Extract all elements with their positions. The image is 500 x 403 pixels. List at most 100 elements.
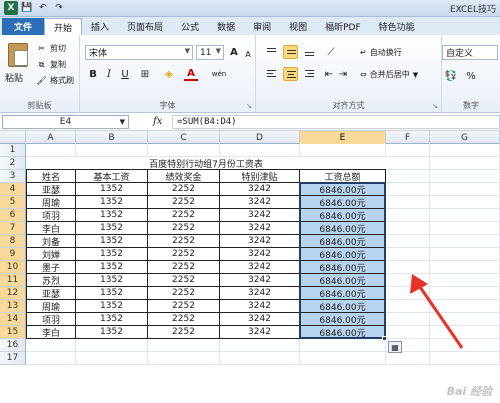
row-header-3[interactable]: 3 (0, 170, 26, 183)
column-header-C[interactable]: C (148, 131, 220, 144)
row-header-14[interactable]: 14 (0, 313, 26, 326)
tab-4[interactable]: 公式 (172, 18, 208, 35)
cell-G3[interactable] (430, 170, 500, 183)
table-cell[interactable]: 3242 (220, 287, 300, 300)
tab-0[interactable]: 文件 (2, 18, 45, 35)
table-cell[interactable]: 3242 (220, 326, 300, 339)
total-cell[interactable]: 6846.00元 (300, 248, 386, 261)
decrease-indent-icon[interactable]: ⇤ (322, 67, 336, 81)
cell-F8[interactable] (386, 235, 430, 248)
table-cell[interactable]: 3242 (220, 313, 300, 326)
row-header-1[interactable]: 1 (0, 144, 26, 157)
cell-B16[interactable] (76, 339, 148, 352)
table-cell[interactable]: 2252 (148, 209, 220, 222)
orientation-icon[interactable]: ⟋ (324, 45, 338, 59)
font-name-select[interactable]: 宋体 ▼ (85, 45, 193, 60)
table-cell[interactable]: 亚瑟 (26, 287, 76, 300)
column-header-G[interactable]: G (430, 131, 500, 144)
table-cell[interactable]: 1352 (76, 248, 148, 261)
tab-2[interactable]: 插入 (82, 18, 118, 35)
table-cell[interactable]: 2252 (148, 235, 220, 248)
underline-button[interactable]: U (118, 67, 132, 81)
cell-A16[interactable] (26, 339, 76, 352)
table-cell[interactable]: 项羽 (26, 209, 76, 222)
table-cell[interactable]: 2252 (148, 261, 220, 274)
total-cell[interactable]: 6846.00元 (300, 209, 386, 222)
paste-button[interactable]: 粘贴 (5, 71, 23, 84)
border-icon[interactable]: ⊞ (138, 67, 152, 81)
cell-F3[interactable] (386, 170, 430, 183)
table-cell[interactable]: 亚瑟 (26, 183, 76, 196)
column-header-F[interactable]: F (386, 131, 430, 144)
align-right-icon[interactable] (302, 67, 317, 81)
increase-indent-icon[interactable]: ⇥ (336, 67, 350, 81)
name-box[interactable]: E4 ▼ (2, 115, 129, 129)
cell-F2[interactable] (386, 157, 430, 170)
cell-F6[interactable] (386, 209, 430, 222)
table-cell[interactable]: 1352 (76, 313, 148, 326)
row-header-9[interactable]: 9 (0, 248, 26, 261)
cell-G4[interactable] (430, 183, 500, 196)
cell-E16[interactable] (300, 339, 386, 352)
cell-A1[interactable] (26, 144, 76, 157)
cell-C17[interactable] (148, 352, 220, 365)
table-cell[interactable]: 2252 (148, 326, 220, 339)
column-header-B[interactable]: B (76, 131, 148, 144)
cell-B1[interactable] (76, 144, 148, 157)
insert-function-icon[interactable]: fx (153, 116, 162, 127)
align-center-icon[interactable] (283, 67, 298, 81)
header-cell[interactable]: 工资总额 (300, 170, 386, 183)
row-header-17[interactable]: 17 (0, 352, 26, 365)
cell-B17[interactable] (76, 352, 148, 365)
table-cell[interactable]: 周瑜 (26, 300, 76, 313)
table-cell[interactable]: 2252 (148, 248, 220, 261)
table-cell[interactable]: 李白 (26, 326, 76, 339)
table-cell[interactable]: 1352 (76, 326, 148, 339)
table-cell[interactable]: 2252 (148, 300, 220, 313)
cell-C16[interactable] (148, 339, 220, 352)
cell-A17[interactable] (26, 352, 76, 365)
align-left-icon[interactable] (264, 67, 279, 81)
row-header-4[interactable]: 4 (0, 183, 26, 196)
column-header-D[interactable]: D (220, 131, 300, 144)
dialog-launcher-icon[interactable]: ↘ (432, 102, 438, 110)
merge-center-button[interactable]: ⇔ 合并后居中 ▼ (360, 69, 418, 80)
header-cell[interactable]: 绩效奖金 (148, 170, 220, 183)
currency-icon[interactable]: 💱 (444, 69, 458, 83)
tab-8[interactable]: 福昕PDF (316, 18, 370, 35)
excel-logo-icon[interactable]: X (4, 1, 18, 15)
number-format-select[interactable]: 自定义 (442, 45, 498, 60)
table-cell[interactable]: 1352 (76, 183, 148, 196)
total-cell[interactable]: 6846.00元 (300, 235, 386, 248)
italic-button[interactable]: I (102, 67, 116, 81)
save-icon[interactable]: 💾 (20, 1, 34, 15)
table-cell[interactable]: 3242 (220, 261, 300, 274)
total-cell[interactable]: 6846.00元 (300, 313, 386, 326)
select-all-corner[interactable] (0, 131, 26, 144)
cell-F1[interactable] (386, 144, 430, 157)
row-header-5[interactable]: 5 (0, 196, 26, 209)
total-cell[interactable]: 6846.00元 (300, 222, 386, 235)
table-cell[interactable]: 2252 (148, 274, 220, 287)
row-header-13[interactable]: 13 (0, 300, 26, 313)
cell-G8[interactable] (430, 235, 500, 248)
table-cell[interactable]: 3242 (220, 235, 300, 248)
cut-button[interactable]: ✂ 剪切 (36, 43, 66, 54)
total-cell[interactable]: 6846.00元 (300, 196, 386, 209)
formula-input[interactable]: =SUM(B4:D4) (172, 115, 500, 129)
copy-button[interactable]: ⧉ 复制 (36, 59, 66, 70)
table-cell[interactable]: 墨子 (26, 261, 76, 274)
dialog-launcher-icon[interactable]: ↘ (246, 102, 252, 110)
redo-icon[interactable]: ↷ (52, 1, 66, 15)
table-cell[interactable]: 刘备 (26, 235, 76, 248)
table-cell[interactable]: 3242 (220, 196, 300, 209)
bold-button[interactable]: B (86, 67, 100, 81)
column-header-A[interactable]: A (26, 131, 76, 144)
row-header-11[interactable]: 11 (0, 274, 26, 287)
table-cell[interactable]: 周瑜 (26, 196, 76, 209)
table-cell[interactable]: 刘婵 (26, 248, 76, 261)
tab-7[interactable]: 视图 (280, 18, 316, 35)
tab-6[interactable]: 审阅 (244, 18, 280, 35)
shrink-font-button[interactable]: A (241, 47, 255, 61)
wrap-text-button[interactable]: ↵ 自动换行 (360, 47, 402, 58)
